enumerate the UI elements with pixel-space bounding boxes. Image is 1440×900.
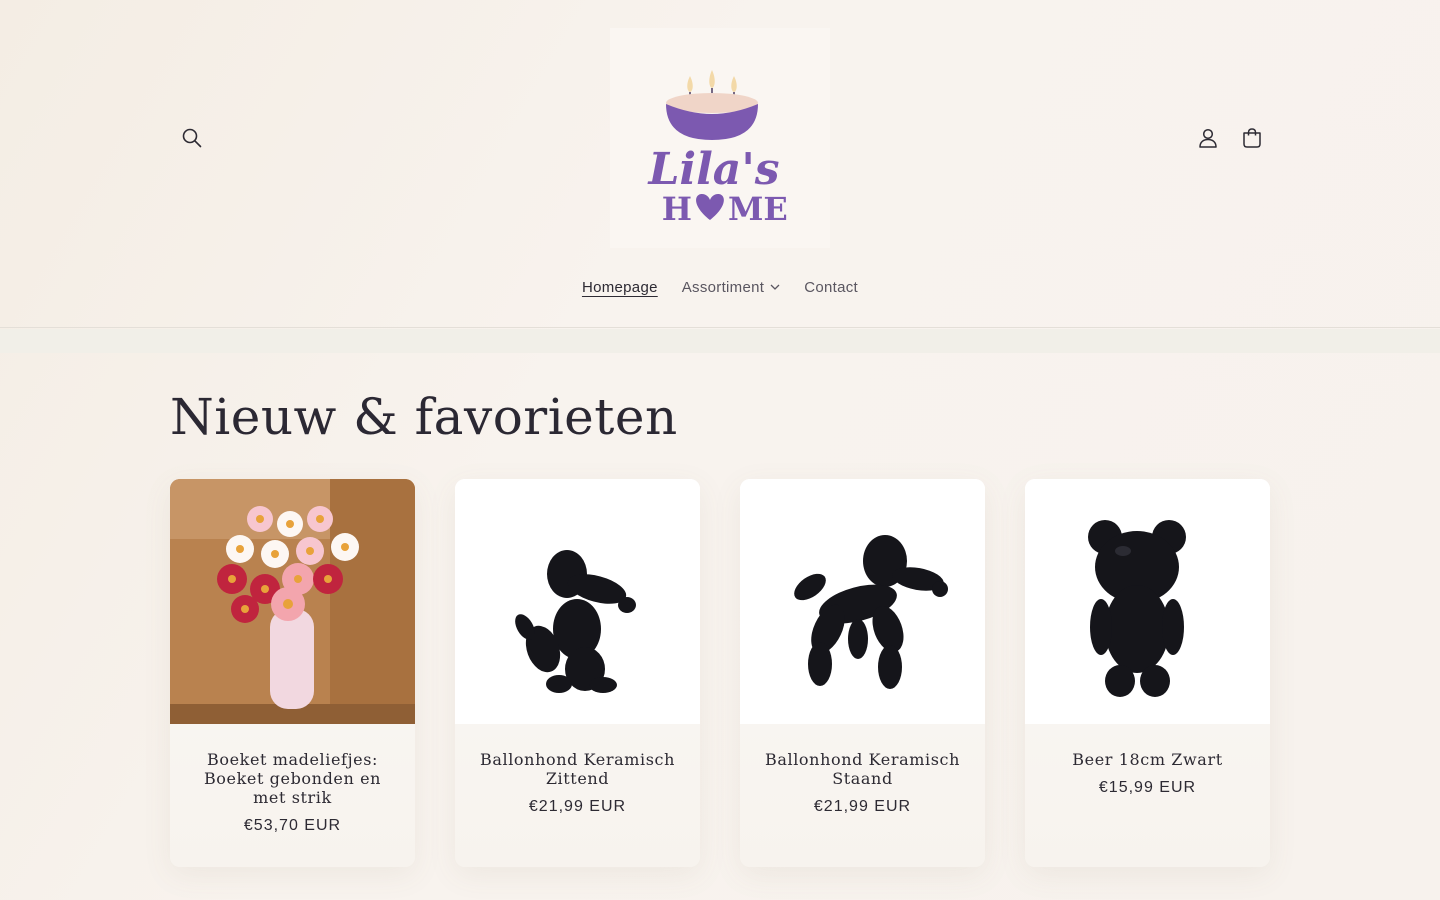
product-grid: Boeket madeliefjes: Boeket gebonden en m…	[170, 479, 1270, 867]
svg-text:H: H	[662, 190, 692, 228]
cart-button[interactable]	[1230, 116, 1274, 160]
nav-item-label: Assortiment	[681, 278, 765, 296]
product-card[interactable]: Beer 18cm Zwart €15,99 EUR	[1025, 479, 1270, 867]
flower-bouquet-image	[170, 479, 415, 724]
product-price: €53,70 EUR	[243, 817, 342, 834]
product-price: €21,99 EUR	[528, 798, 627, 815]
product-image[interactable]	[455, 479, 700, 724]
user-icon	[1199, 128, 1217, 148]
site-logo[interactable]: Lila's H ME	[610, 28, 830, 248]
product-title[interactable]: Ballonhond Keramisch Staand	[758, 750, 967, 788]
account-button[interactable]	[1186, 116, 1230, 160]
candle-bowl-logo: Lila's H ME	[646, 70, 788, 228]
product-card[interactable]: Ballonhond Keramisch Staand €21,99 EUR	[740, 479, 985, 867]
search-icon	[182, 128, 202, 148]
product-image[interactable]	[170, 479, 415, 724]
product-card[interactable]: Boeket madeliefjes: Boeket gebonden en m…	[170, 479, 415, 867]
product-title[interactable]: Beer 18cm Zwart	[1043, 750, 1252, 769]
main-nav: Homepage Assortiment Contact	[0, 268, 1440, 306]
product-image[interactable]	[1025, 479, 1270, 724]
divider-strip	[0, 329, 1440, 353]
product-title[interactable]: Boeket madeliefjes: Boeket gebonden en m…	[188, 750, 397, 807]
product-price: €21,99 EUR	[813, 798, 912, 815]
product-price: €15,99 EUR	[1098, 779, 1197, 796]
shopping-bag-icon	[1243, 128, 1261, 148]
svg-text:Lila's: Lila's	[646, 144, 779, 195]
section-title: Nieuw & favorieten	[170, 388, 678, 446]
balloon-dog-standing-image	[740, 479, 985, 724]
nav-item-homepage[interactable]: Homepage	[582, 279, 658, 296]
chevron-down-icon	[770, 284, 780, 290]
balloon-dog-sitting-image	[455, 479, 700, 724]
site-header: Lila's H ME Homepage Assortiment Contact	[0, 0, 1440, 328]
product-image[interactable]	[740, 479, 985, 724]
svg-text:ME: ME	[728, 190, 788, 228]
nav-item-assortiment[interactable]: Assortiment	[682, 279, 781, 296]
black-bear-figurine-image	[1025, 479, 1270, 724]
product-title[interactable]: Ballonhond Keramisch Zittend	[473, 750, 682, 788]
product-card[interactable]: Ballonhond Keramisch Zittend €21,99 EUR	[455, 479, 700, 867]
search-button[interactable]	[170, 116, 214, 160]
nav-item-contact[interactable]: Contact	[804, 279, 858, 296]
